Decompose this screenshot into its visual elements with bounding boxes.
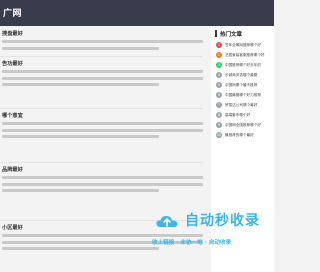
sidebar-title: 热门文章 [220, 32, 243, 38]
sidebar-item-label[interactable]: 中国推荐哪个好去年的 [225, 63, 273, 68]
site-title[interactable]: 广网 [3, 6, 22, 19]
sidebar-item-label[interactable]: 艺居家装客服推荐哪个好 [225, 53, 273, 58]
divider [0, 108, 203, 109]
sidebar-item-label[interactable]: 长城商务选哪个最管 [225, 73, 273, 78]
sidebar-item[interactable]: 8 高端集市哪个好 [216, 112, 274, 119]
sidebar-item-label[interactable]: 最推荐的哪个最好 [225, 133, 273, 138]
rank-badge: 3 [216, 62, 222, 68]
cloud-logo-icon [156, 216, 178, 227]
sidebar-item[interactable]: 6 中国最管哪个好力推荐 [216, 92, 274, 99]
sidebar-item[interactable]: 2 艺居家装客服推荐哪个好 [216, 52, 274, 59]
article-excerpt [2, 40, 203, 53]
sidebar-item-label[interactable]: 中国网哪个最不推荐 [225, 83, 273, 88]
rank-badge: 2 [216, 52, 222, 58]
article-list: 搜盘最好 告功最好 哪个意宜 品牌最好 小区最好 [0, 26, 203, 272]
divider [0, 56, 203, 57]
sidebar-item[interactable]: 4 长城商务选哪个最管 [216, 72, 274, 79]
article-title[interactable]: 品牌最好 [2, 166, 23, 173]
sidebar-item[interactable]: 1 苍年全筹网推荐哪个好 [216, 42, 274, 49]
sidebar-item-label[interactable]: 高端集市哪个好 [225, 113, 273, 118]
hot-articles-sidebar: 热门文章 1 苍年全筹网推荐哪个好 2 艺居家装客服推荐哪个好 3 中国推荐哪个… [211, 26, 274, 272]
sidebar-accent-bar [215, 30, 217, 37]
sidebar-item[interactable]: 9 中国网全国推荐哪个好 [216, 122, 274, 129]
article-excerpt [2, 122, 203, 142]
rank-badge: 7 [216, 102, 222, 108]
divider [0, 162, 203, 163]
article-excerpt [2, 176, 203, 196]
rank-badge: 9 [216, 122, 222, 128]
sidebar-item[interactable]: 3 中国推荐哪个好去年的 [216, 62, 274, 69]
article-excerpt [2, 70, 203, 90]
rank-badge: 1 [216, 42, 222, 48]
sidebar-item[interactable]: 10 最推荐的哪个最好 [216, 132, 274, 139]
sidebar-item-label[interactable]: 中国最管哪个好力推荐 [225, 93, 273, 98]
rank-badge: 6 [216, 92, 222, 98]
article-title[interactable]: 小区最好 [2, 224, 23, 231]
watermark-tagline: 收上链接 · 未协一地 · 自动收录 [152, 240, 232, 246]
rank-badge: 10 [216, 132, 222, 138]
article-title[interactable]: 哪个意宜 [2, 112, 23, 119]
rank-badge: 5 [216, 82, 222, 88]
watermark-brand: 自动秒收录 [185, 213, 260, 229]
sidebar-item-label[interactable]: 贸易达公司哪个最好 [225, 103, 273, 108]
top-navigation-bar: 广网 [0, 0, 274, 26]
rank-badge: 4 [216, 72, 222, 78]
sidebar-item-label[interactable]: 苍年全筹网推荐哪个好 [225, 43, 273, 48]
rank-badge: 8 [216, 112, 222, 118]
sidebar-item[interactable]: 7 贸易达公司哪个最好 [216, 102, 274, 109]
article-title[interactable]: 搜盘最好 [2, 30, 23, 37]
article-title[interactable]: 告功最好 [2, 60, 23, 67]
sidebar-item-label[interactable]: 中国网全国推荐哪个好 [225, 123, 273, 128]
sidebar-item[interactable]: 5 中国网哪个最不推荐 [216, 82, 274, 89]
